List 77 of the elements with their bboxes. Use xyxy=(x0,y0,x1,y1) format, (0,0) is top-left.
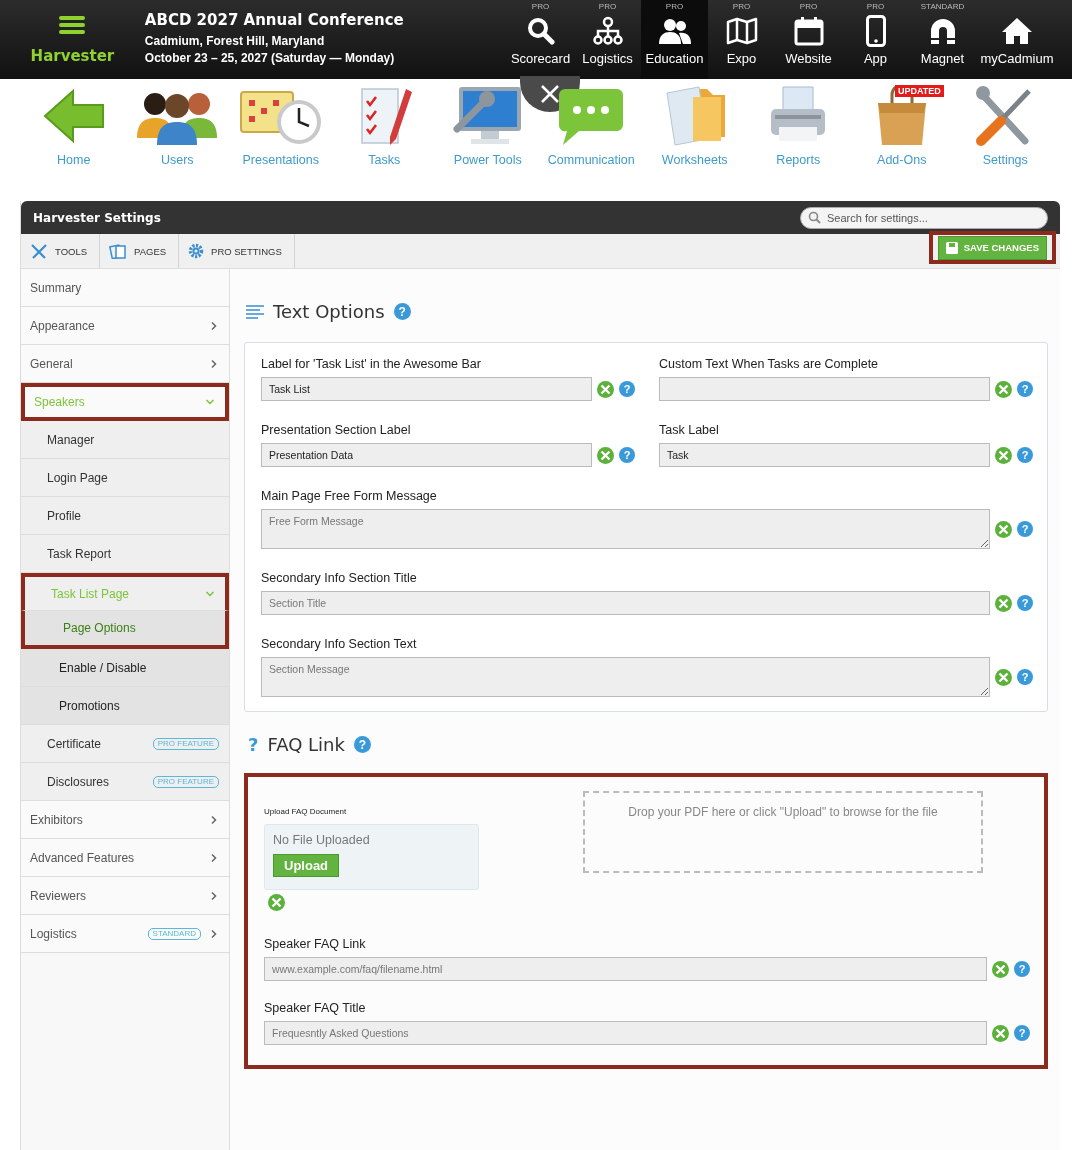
nav-item[interactable]: PRO Education xyxy=(641,0,708,79)
nav-item[interactable]: PRO Logistics xyxy=(574,0,641,79)
chevron-right-icon xyxy=(209,814,219,825)
gear-icon xyxy=(188,243,205,259)
nav-item[interactable]: STANDARD Magnet xyxy=(909,0,976,79)
sidebar-item[interactable]: Login Page xyxy=(21,459,229,497)
sidebar-item[interactable]: Promotions xyxy=(21,687,229,725)
updated-badge: UPDATED xyxy=(894,85,944,97)
map-icon xyxy=(725,15,758,47)
phone-icon xyxy=(865,15,886,47)
feature-tag: PRO FEATURE xyxy=(152,737,219,750)
sidebar-item[interactable]: Enable / Disable xyxy=(21,649,229,687)
nav-item[interactable]: PRO Scorecard xyxy=(507,0,574,79)
section-title: Text Options xyxy=(273,301,385,322)
upload-status: No File Uploaded xyxy=(273,833,371,847)
input-field[interactable]: Section Title xyxy=(261,591,990,615)
chevron-right-icon xyxy=(209,890,219,901)
nav-item[interactable]: PRO Expo xyxy=(708,0,775,79)
nav-item[interactable]: myCadmium xyxy=(976,0,1058,79)
sidebar-item[interactable]: Profile xyxy=(21,497,229,535)
sidebar-item[interactable]: Page Options xyxy=(21,611,229,649)
menu-icon[interactable] xyxy=(59,14,86,35)
arrow-icon xyxy=(42,88,105,144)
feature-tag: STANDARD xyxy=(147,927,201,940)
search-field[interactable]: Search for settings... xyxy=(800,206,1048,229)
panel-title: Harvester Settings xyxy=(33,210,161,225)
pages-icon xyxy=(109,243,128,259)
event-dates: October 23 – 25, 2027 (Saturday — Monday) xyxy=(144,50,396,67)
field-label: Main Page Free Form Message xyxy=(261,489,438,503)
input-field[interactable]: Frequesntly Asked Questions xyxy=(264,1021,987,1045)
text-area[interactable]: Section Message xyxy=(261,657,990,697)
chevron-right-icon xyxy=(209,320,219,331)
question-icon: ? xyxy=(248,734,259,755)
input-field[interactable]: Task xyxy=(659,443,990,467)
org-chart-icon xyxy=(592,15,623,47)
input-field[interactable]: Presentation Data xyxy=(261,443,592,467)
upload-label: Upload FAQ Document xyxy=(264,807,348,816)
sidebar-item[interactable]: Certificate PRO FEATURE xyxy=(21,725,229,763)
chevron-right-icon xyxy=(209,852,219,863)
monitor-wrench-icon xyxy=(452,85,523,147)
field-label: Task Label xyxy=(659,423,720,437)
chevron-right-icon xyxy=(209,928,219,939)
section-title: FAQ Link xyxy=(267,734,345,755)
field-label: Presentation Section Label xyxy=(261,423,412,437)
nav-item[interactable]: PRO Website xyxy=(775,0,842,79)
input-field[interactable]: www.example.com/faq/filename.html xyxy=(264,957,987,981)
field-label: Secondary Info Section Title xyxy=(261,571,418,585)
event-title: ABCD 2027 Annual Conference xyxy=(144,11,405,29)
field-label: Secondary Info Section Text xyxy=(261,637,418,651)
search-icon xyxy=(526,15,555,47)
text-area[interactable]: Free Form Message xyxy=(261,509,990,549)
nav-item[interactable]: PRO App xyxy=(842,0,909,79)
chevron-down-icon xyxy=(205,397,215,407)
sidebar-item[interactable]: Task Report xyxy=(21,535,229,573)
save-icon xyxy=(945,241,958,254)
text-lines-icon xyxy=(246,304,264,319)
calendar-icon xyxy=(793,15,824,47)
brand-name[interactable]: Harvester xyxy=(30,46,115,65)
sidebar-item[interactable]: Manager xyxy=(21,421,229,459)
chevron-right-icon xyxy=(209,358,219,369)
search-icon xyxy=(808,210,821,224)
tab[interactable]: PRO SETTINGS xyxy=(179,234,295,268)
input-field[interactable] xyxy=(659,377,990,401)
field-label: Speaker FAQ Link xyxy=(264,937,367,951)
tab[interactable]: PAGES xyxy=(100,234,180,268)
feature-tag: PRO FEATURE xyxy=(152,775,219,788)
field-label: Speaker FAQ Title xyxy=(264,1001,367,1015)
field-label: Label for 'Task List' in the Awesome Bar xyxy=(261,357,482,371)
tab[interactable]: TOOLS xyxy=(21,234,101,268)
module-link[interactable]: UPDATED Add-Ons xyxy=(850,83,954,187)
field-label: Custom Text When Tasks are Complete xyxy=(659,357,880,371)
home-icon xyxy=(1001,15,1033,47)
input-field[interactable]: Task List xyxy=(261,377,592,401)
event-location: Cadmium, Forest Hill, Maryland xyxy=(144,33,326,50)
drop-zone[interactable]: Drop your PDF here or click "Upload" to browse for the file xyxy=(583,791,983,873)
close-icon xyxy=(540,84,560,104)
sidebar-item[interactable]: Disclosures PRO FEATURE xyxy=(21,763,229,801)
